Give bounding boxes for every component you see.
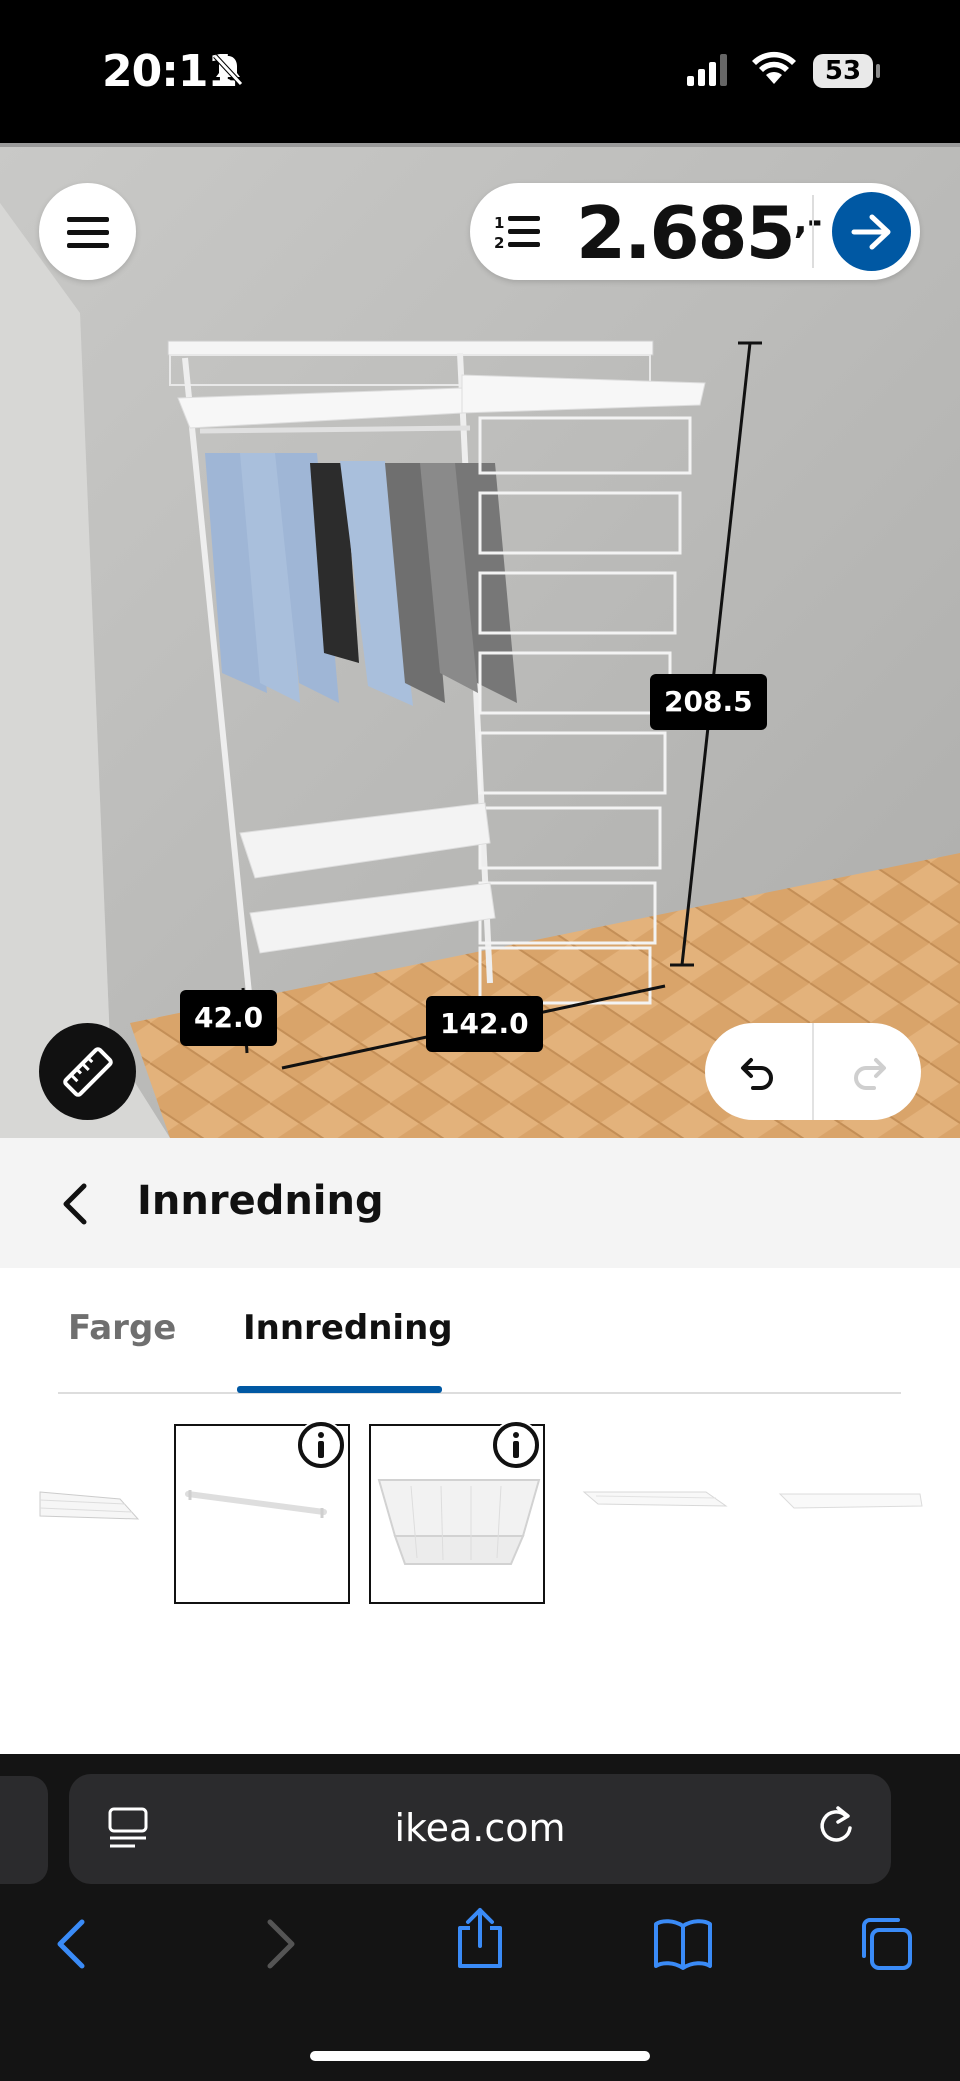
tabs-icon[interactable] [858, 1916, 914, 1972]
wire-shelf-image [39, 1491, 140, 1520]
chevron-left-icon [63, 1183, 87, 1225]
undo-icon [740, 1057, 773, 1090]
status-bar: 20:11 53 [0, 0, 960, 143]
address-bar[interactable]: ikea.com [69, 1774, 891, 1884]
bell-muted-icon [213, 54, 243, 86]
arrow-right-icon [851, 214, 890, 249]
info-icon[interactable] [296, 1420, 346, 1470]
tab-innredning[interactable]: Innredning [243, 1308, 453, 1348]
width-dimension-label: 142.0 [426, 996, 543, 1052]
hamburger-menu-icon [66, 216, 109, 248]
wire-shelf-image [582, 1491, 728, 1507]
price-summary[interactable]: 1 2 2.685,- [470, 183, 920, 280]
info-icon[interactable] [491, 1420, 541, 1470]
total-price: 2.685,- [576, 191, 822, 275]
active-tab-indicator [237, 1386, 442, 1393]
redo-button[interactable] [814, 1023, 921, 1120]
divider [812, 195, 814, 268]
home-indicator [310, 2051, 650, 2061]
menu-button[interactable] [39, 183, 136, 280]
reload-icon[interactable] [816, 1804, 856, 1848]
price-value: 2.685 [576, 191, 796, 275]
battery-indicator: 53 [813, 54, 873, 88]
wardrobe-scene [0, 143, 960, 1138]
panel-body: Farge Innredning [0, 1268, 960, 1754]
proceed-button[interactable] [832, 192, 911, 271]
product-item-wire-shelf-2[interactable] [576, 1424, 752, 1604]
forward-arrow-icon[interactable] [260, 1916, 300, 1972]
measure-toggle-button[interactable] [39, 1023, 136, 1120]
3d-configurator-view[interactable]: 1 2 2.685,- 208.5 142.0 42.0 [0, 143, 960, 1138]
depth-dimension-label: 42.0 [180, 990, 278, 1046]
url-text: ikea.com [394, 1806, 566, 1850]
ruler-icon [62, 1046, 113, 1097]
share-icon[interactable] [452, 1906, 508, 1970]
cellular-signal-icon [687, 54, 727, 86]
product-item-wire-basket[interactable] [369, 1420, 545, 1604]
tab-farge[interactable]: Farge [68, 1308, 176, 1348]
undo-redo-controls [705, 1023, 921, 1120]
back-button[interactable] [45, 1174, 105, 1234]
product-item-clothes-rail[interactable] [174, 1420, 350, 1604]
browser-toolbar: ikea.com [0, 1754, 960, 2081]
panel-title: Innredning [137, 1178, 384, 1224]
svg-text:2: 2 [494, 234, 504, 251]
product-item-shelf[interactable] [770, 1424, 946, 1604]
undo-button[interactable] [705, 1023, 812, 1120]
wifi-icon [752, 51, 796, 84]
back-arrow-icon[interactable] [52, 1916, 92, 1972]
panel-header: Innredning [0, 1138, 960, 1268]
product-item-wire-shelf[interactable] [0, 1424, 140, 1604]
numbered-list-icon: 1 2 [494, 214, 540, 251]
bookmarks-icon[interactable] [652, 1916, 714, 1972]
shelf-image [778, 1493, 923, 1509]
tab-divider [58, 1392, 901, 1394]
height-dimension-label: 208.5 [650, 674, 767, 730]
battery-tip [876, 64, 880, 78]
svg-text:1: 1 [494, 214, 504, 232]
previous-tab-preview[interactable] [0, 1776, 48, 1884]
price-suffix: ,- [793, 201, 823, 242]
redo-icon [853, 1057, 886, 1090]
